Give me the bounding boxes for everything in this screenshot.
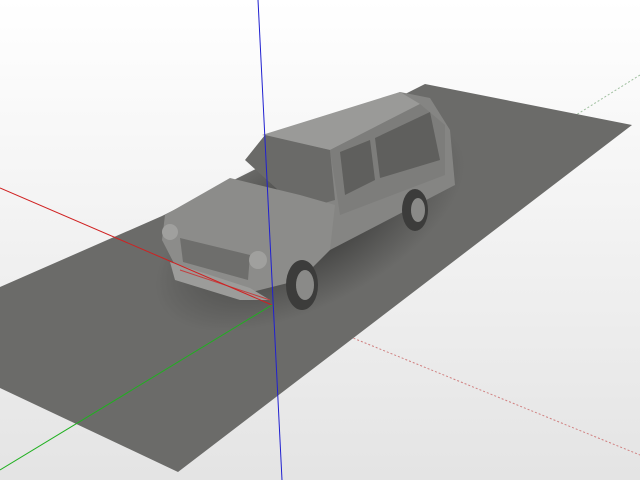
3d-viewport[interactable] <box>0 0 640 480</box>
scene-canvas <box>0 0 640 480</box>
